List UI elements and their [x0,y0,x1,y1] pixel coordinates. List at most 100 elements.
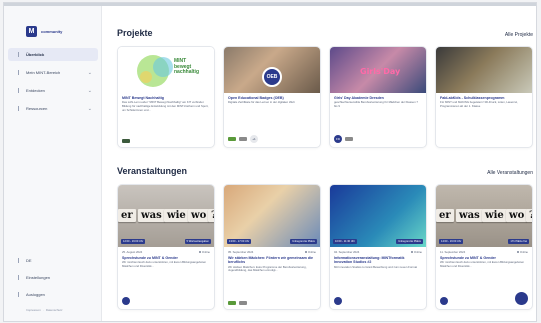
nav-marker-icon [18,70,19,75]
event-image: er was wie wo ? 14:00 - 16:00 Uhr 171 Pl… [436,185,532,247]
event-card[interactable]: 13:00 - 17:00 Uhr Unbegrenzte Plätze 05.… [223,184,321,310]
event-time-badge: 13:00 - 17:00 Uhr [227,239,252,244]
org-logo-icon [228,137,236,141]
project-description: geschlechtersensible Berufsorientierung … [334,100,418,108]
events-list: er was wie wo ? 12:00 - 16:00 Uhr 5 Wort… [117,184,533,310]
event-image: 13:00 - 17:00 Uhr Unbegrenzte Plätze [224,185,320,247]
word-block: ? [208,209,214,222]
online-icon [410,251,413,254]
card-footer [122,139,130,143]
org-logo-icon [122,139,130,143]
logout-icon [18,292,19,297]
event-meta: 11. September 2024 Online [440,250,528,254]
card-body: 11. September 2024 Online Sprechstunde z… [436,247,532,272]
language-label: DE [26,258,32,263]
event-time-badge: 12:00 - 16:00 Uhr [121,239,146,244]
project-card[interactable]: MINT bewegt nachhaltig MINT Bewegt Nachh… [117,46,215,148]
event-image: 10:00 - 11:30 Uhr Unbegrenzte Plätze [330,185,426,247]
avatar [122,297,130,305]
event-mode: Online [304,250,316,254]
more-count: +1 [250,135,258,143]
project-image: MINT bewegt nachhaltig [118,47,214,93]
word-block: wie [482,209,507,222]
nav-marker-icon [18,88,19,93]
nav-item-overview[interactable]: Überblick [8,48,98,61]
project-card[interactable]: FabLabKids - Schulklassenprogramm Für MI… [435,46,533,148]
sidebar: M community Überblick Mein MINT-Bereich … [4,6,102,321]
projects-title: Projekte [117,28,153,38]
nav-item-discover[interactable]: Entdecken ⌄ [8,84,98,97]
project-image: OEB [224,47,320,93]
privacy-link[interactable]: Datenschutz [46,308,63,312]
oeb-badge-icon: OEB [262,67,282,87]
word-block: was [138,209,165,222]
event-mode-label: Online [201,250,210,254]
event-card[interactable]: er was wie wo ? 12:00 - 16:00 Uhr 5 Wort… [117,184,215,310]
word-block: was [456,209,483,222]
logout-link[interactable]: Ausloggen [8,288,98,301]
event-mode-label: Online [413,250,422,254]
org-logo-icon [345,137,353,141]
nav-label: Ressourcen [26,106,48,111]
nav-item-my-mint[interactable]: Mein MINT-Bereich ⌄ [8,66,98,79]
language-icon [18,258,19,263]
nav-item-resources[interactable]: Ressourcen ⌄ [8,102,98,115]
sidebar-bottom: DE Einstellungen Ausloggen [4,254,102,305]
card-footer [228,301,247,305]
events-title: Veranstaltungen [117,166,188,176]
event-image: er was wie wo ? 12:00 - 16:00 Uhr 5 Wort… [118,185,214,247]
event-description: Mit Innovation Studios to Grant Bewerbun… [334,264,418,269]
event-mode: Online [410,250,422,254]
project-description: Für MINT und MAKING begeistern! 3D-Druck… [440,100,518,108]
brand[interactable]: M community [26,26,62,37]
org-logo-icon [239,137,247,141]
card-footer [334,297,342,305]
all-events-link[interactable]: Alle Veranstaltungen [487,170,533,176]
event-date: 05. September 2024 [228,250,254,254]
project-image [436,47,532,93]
chevron-down-icon: ⌄ [87,87,92,94]
brand-logo: M [26,26,37,37]
org-logo-icon [239,301,247,305]
card-footer [122,297,130,305]
mint-logo-icon [137,55,173,87]
help-chat-button[interactable] [515,292,528,305]
event-type-badge: Unbegrenzte Plätze [290,239,317,244]
event-card[interactable]: er was wie wo ? 14:00 - 16:00 Uhr 171 Pl… [435,184,533,310]
word-block: wo [506,209,528,222]
project-card[interactable]: Girls'Day Girls' Day Akademie Dresden ge… [329,46,427,148]
card-body: Open Educational Badges (OEB) Digitale Z… [224,93,320,108]
word-block: wie [164,209,189,222]
event-card[interactable]: 10:00 - 11:30 Uhr Unbegrenzte Plätze 04.… [329,184,427,310]
event-title: Wir stärken Mädchen: Fördern wir gemeins… [228,256,314,265]
nav-marker-icon [18,52,19,57]
event-description: Wir möchten Euch dazu unterstützen, mit … [122,260,207,268]
settings-link[interactable]: Einstellungen [8,271,98,284]
event-description: Wir möchten Euch dazu unterstützen, mit … [440,260,525,268]
project-description: Digitale Zertifikate für das Lernen in d… [228,100,295,105]
avatar: FD [334,135,342,143]
event-mode: Online [198,250,210,254]
project-description: Das LAN-Lern-Labor "MINT Bewegt Nachhalt… [122,100,209,112]
event-date: 25. August 2024 [122,250,143,254]
all-projects-link[interactable]: Alle Projekte [505,32,533,38]
word-block: wo [188,209,210,222]
card-footer: FD [334,135,353,143]
word-block: er [436,209,454,222]
project-image-text: MINT bewegt nachhaltig [174,58,200,75]
settings-label: Einstellungen [26,275,51,280]
event-type-badge: 171 Plätze frei [508,239,529,244]
logout-label: Ausloggen [26,292,45,297]
imprint-link[interactable]: Impressum [26,308,41,312]
event-meta: 25. August 2024 Online [122,250,210,254]
org-logo-icon [228,301,236,305]
avatar [440,297,448,305]
language-switch[interactable]: DE [8,254,98,267]
project-card[interactable]: OEB Open Educational Badges (OEB) Digita… [223,46,321,148]
word-block: ? [526,209,532,222]
event-meta: 05. September 2024 Online [228,250,316,254]
avatar [334,297,342,305]
event-title: Informationsveranstaltung: MINTformatik … [334,256,405,265]
event-date: 11. September 2024 [440,250,466,254]
event-mode-label: Online [307,250,316,254]
